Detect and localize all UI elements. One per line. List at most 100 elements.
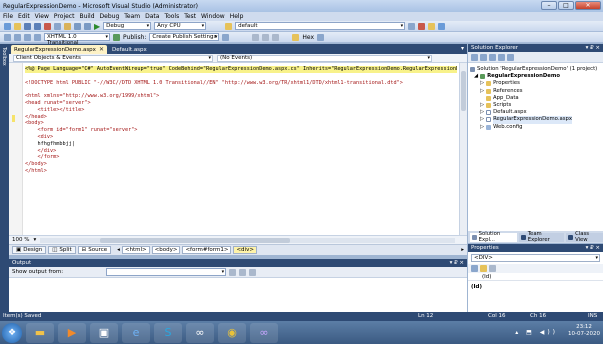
step-out-icon[interactable] bbox=[272, 33, 280, 41]
menu-help[interactable]: Help bbox=[230, 13, 244, 20]
validate-icon[interactable] bbox=[113, 33, 120, 41]
events-dropdown[interactable]: (No Events) bbox=[217, 54, 432, 62]
tree-item-web-config[interactable]: ▷ Web.config bbox=[470, 124, 601, 131]
tree-item-properties[interactable]: ▷ Properties bbox=[470, 80, 601, 87]
crumb-body[interactable]: <body> bbox=[151, 246, 181, 254]
menu-tools[interactable]: Tools bbox=[164, 13, 179, 20]
taskbar-media-player[interactable]: ▶ bbox=[58, 322, 86, 343]
expand-arrow-icon[interactable]: ▷ bbox=[480, 116, 484, 123]
tab-class-view[interactable]: Class View bbox=[566, 231, 603, 243]
solution-explorer-icon[interactable] bbox=[408, 22, 416, 30]
undo-icon[interactable] bbox=[74, 22, 81, 30]
step-into-icon[interactable] bbox=[252, 33, 260, 41]
refresh-icon[interactable] bbox=[489, 53, 496, 61]
close-tab-icon[interactable]: ✕ bbox=[99, 46, 104, 54]
crumb-html[interactable]: <html> bbox=[121, 246, 150, 254]
menu-team[interactable]: Team bbox=[124, 13, 140, 20]
tab-default-aspx[interactable]: Default.aspx bbox=[109, 45, 150, 54]
close-button[interactable]: ✕ bbox=[575, 1, 601, 10]
debug-window-icon[interactable] bbox=[317, 33, 325, 41]
tree-item-default-aspx[interactable]: ▷ Default.aspx bbox=[470, 109, 601, 116]
view-code-icon[interactable] bbox=[498, 53, 505, 61]
doctype-select[interactable]: XHTML 1.0 Transitional bbox=[44, 33, 110, 46]
step-over-icon[interactable] bbox=[262, 33, 270, 41]
new-project-icon[interactable] bbox=[4, 22, 11, 30]
zoom-dropdown-icon[interactable]: ▾ bbox=[33, 237, 36, 243]
crumb-right-arrow-icon[interactable]: ▸ bbox=[461, 247, 464, 253]
find-message-icon[interactable] bbox=[229, 268, 237, 276]
design-view-button[interactable]: ▣ Design bbox=[12, 246, 47, 254]
platform-select[interactable]: Any CPU bbox=[154, 22, 207, 30]
output-source-select[interactable] bbox=[106, 268, 227, 276]
toolbox-icon[interactable] bbox=[428, 22, 436, 30]
taskbar-visual-studio[interactable]: ∞ bbox=[250, 322, 278, 343]
open-icon[interactable] bbox=[14, 22, 21, 30]
categorized-icon[interactable] bbox=[471, 265, 478, 272]
tab-team-explorer[interactable]: Team Explorer bbox=[519, 231, 565, 243]
crumb-left-arrow-icon[interactable]: ◂ bbox=[117, 247, 120, 253]
start-debug-icon[interactable]: ▶ bbox=[94, 22, 100, 31]
tree-item-regularexpressiondemo-aspx[interactable]: ▷ RegularExpressionDemo.aspx bbox=[470, 116, 601, 124]
tree-item-scripts[interactable]: ▷ Scripts bbox=[470, 102, 601, 109]
scroll-thumb[interactable] bbox=[100, 237, 291, 243]
expand-arrow-icon[interactable]: ▷ bbox=[480, 109, 484, 116]
comment-icon[interactable] bbox=[4, 33, 11, 41]
taskbar-explorer[interactable]: ▬ bbox=[26, 322, 54, 343]
tree-item-project[interactable]: ◢ RegularExpressionDemo bbox=[470, 73, 601, 80]
show-all-files-icon[interactable] bbox=[480, 53, 487, 61]
publish-profile-select[interactable]: Create Publish Settings bbox=[149, 33, 220, 41]
objects-dropdown[interactable]: Client Objects & Events bbox=[13, 54, 213, 62]
hex-label[interactable]: Hex bbox=[302, 34, 314, 41]
uncomment-icon[interactable] bbox=[14, 33, 21, 41]
taskbar-app[interactable]: ▣ bbox=[90, 322, 118, 343]
find-icon[interactable] bbox=[225, 22, 233, 30]
cut-icon[interactable] bbox=[44, 22, 51, 30]
properties-object-select[interactable]: <DIV> bbox=[471, 254, 600, 262]
tab-list-dropdown-icon[interactable]: ▾ bbox=[461, 45, 464, 52]
taskbar-internet-explorer[interactable]: e bbox=[122, 322, 150, 343]
publish-icon[interactable] bbox=[222, 33, 230, 41]
save-icon[interactable] bbox=[24, 22, 31, 30]
tree-item-references[interactable]: ▷ References bbox=[470, 88, 601, 95]
property-row-id[interactable]: (Id) bbox=[468, 273, 603, 281]
redo-icon[interactable] bbox=[84, 22, 91, 30]
zoom-level[interactable]: 100 % bbox=[12, 237, 29, 243]
expand-arrow-icon[interactable]: ▷ bbox=[480, 88, 484, 95]
menu-debug[interactable]: Debug bbox=[100, 13, 120, 20]
menu-edit[interactable]: Edit bbox=[18, 13, 30, 20]
properties-icon[interactable] bbox=[418, 22, 426, 30]
properties-icon[interactable] bbox=[471, 53, 478, 61]
copy-icon[interactable] bbox=[54, 22, 61, 30]
properties-pin-icon[interactable]: ▾ ₽ × bbox=[586, 244, 600, 252]
menu-view[interactable]: View bbox=[35, 13, 49, 20]
paste-icon[interactable] bbox=[64, 22, 71, 30]
solution-explorer-pin-icon[interactable]: ▾ ₽ × bbox=[586, 44, 600, 52]
horizontal-scrollbar[interactable] bbox=[40, 237, 455, 243]
save-all-icon[interactable] bbox=[34, 22, 41, 30]
output-pin-icon[interactable]: ▾ ₽ × bbox=[450, 259, 464, 267]
scroll-thumb[interactable] bbox=[461, 71, 466, 111]
expand-arrow-icon[interactable]: ▷ bbox=[480, 102, 484, 109]
tab-solution-explorer[interactable]: Solution Expl... bbox=[470, 231, 518, 243]
menu-test[interactable]: Test bbox=[184, 13, 196, 20]
menu-project[interactable]: Project bbox=[54, 13, 75, 20]
editor-vertical-scrollbar[interactable] bbox=[459, 63, 467, 235]
taskbar-skype[interactable]: S bbox=[154, 322, 182, 343]
toolbox-tab[interactable]: Toolbox bbox=[1, 47, 7, 66]
taskbar-chrome[interactable]: ◉ bbox=[218, 322, 246, 343]
expand-arrow-icon[interactable]: ◢ bbox=[474, 73, 478, 80]
start-button[interactable]: ❖ bbox=[2, 322, 22, 343]
property-pages-icon[interactable] bbox=[489, 265, 496, 272]
crumb-div[interactable]: <div> bbox=[233, 246, 257, 254]
clear-all-icon[interactable] bbox=[239, 268, 247, 276]
split-view-button[interactable]: ◫ Split bbox=[48, 246, 76, 254]
tree-item-solution[interactable]: Solution 'RegularExpressionDemo' (1 proj… bbox=[470, 66, 601, 73]
menu-window[interactable]: Window bbox=[201, 13, 225, 20]
maximize-button[interactable]: □ bbox=[558, 1, 574, 10]
view-designer-icon[interactable] bbox=[507, 53, 514, 61]
alphabetical-icon[interactable] bbox=[480, 265, 487, 272]
source-view-button[interactable]: ⊟ Source bbox=[77, 246, 112, 254]
menu-file[interactable]: File bbox=[3, 13, 13, 20]
clock[interactable]: 23:12 10-07-2020 bbox=[568, 324, 600, 338]
find-combo[interactable]: default bbox=[235, 22, 406, 30]
